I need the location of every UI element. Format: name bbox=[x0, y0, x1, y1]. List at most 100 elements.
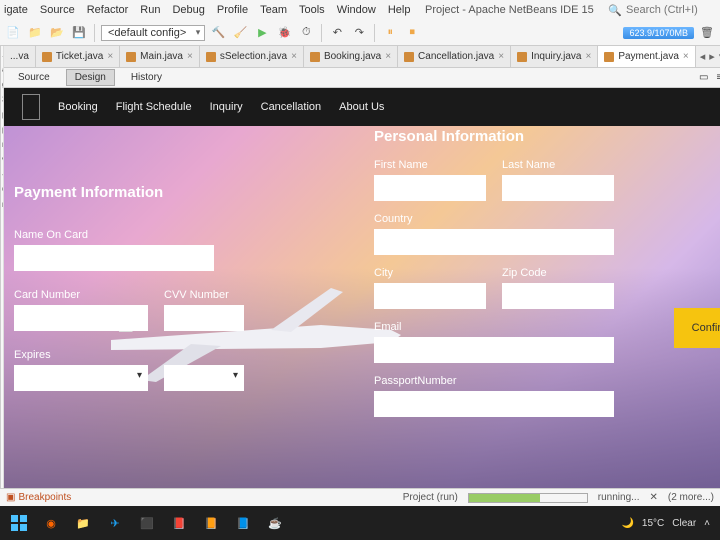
view-switch: Source Design History ▭ ≡ bbox=[4, 68, 720, 88]
debug-icon[interactable]: 🐞 bbox=[275, 24, 293, 42]
global-search[interactable]: 🔍 bbox=[608, 4, 716, 17]
align-icon[interactable]: ≡ bbox=[717, 72, 720, 83]
nav-link[interactable]: Flight Schedule bbox=[116, 101, 192, 113]
menu-item[interactable]: Team bbox=[260, 4, 287, 16]
design-view-button[interactable]: Design bbox=[66, 69, 115, 86]
run-icon[interactable]: ▶ bbox=[253, 24, 271, 42]
run-config-dropdown[interactable]: <default config> bbox=[101, 25, 205, 41]
editor-tab[interactable]: Booking.java× bbox=[304, 46, 398, 67]
new-file-icon[interactable]: 📄 bbox=[4, 24, 22, 42]
tab-left-icon[interactable]: ◂ bbox=[700, 50, 706, 63]
taskbar-app-icon[interactable]: ✈ bbox=[100, 509, 130, 537]
first-name-input[interactable] bbox=[374, 175, 486, 201]
city-input[interactable] bbox=[374, 283, 486, 309]
windows-taskbar: ◉ 📁 ✈ ⬛ 📕 📙 📘 ☕ 🌙 15°C Clear ˄ bbox=[0, 506, 720, 540]
editor-tabs: ...va Ticket.java× Main.java× sSelection… bbox=[4, 46, 720, 68]
close-icon[interactable]: × bbox=[385, 51, 391, 62]
editor-tab[interactable]: Main.java× bbox=[120, 46, 200, 67]
breakpoints-tab[interactable]: ▣Breakpoints bbox=[6, 492, 71, 503]
taskbar-app-icon[interactable]: 📘 bbox=[228, 509, 258, 537]
zip-input[interactable] bbox=[502, 283, 614, 309]
close-icon[interactable]: × bbox=[683, 51, 689, 62]
city-label: City bbox=[374, 267, 486, 279]
country-label: Country bbox=[374, 213, 614, 225]
java-icon bbox=[404, 52, 414, 62]
menu-item[interactable]: Window bbox=[337, 4, 376, 16]
menu-item[interactable]: Refactor bbox=[87, 4, 129, 16]
close-icon[interactable]: × bbox=[107, 51, 113, 62]
java-icon bbox=[126, 52, 136, 62]
chevron-up-icon[interactable]: ˄ bbox=[704, 518, 710, 529]
clean-build-icon[interactable]: 🧹 bbox=[231, 24, 249, 42]
editor-tab[interactable]: Ticket.java× bbox=[36, 46, 120, 67]
card-number-input[interactable] bbox=[14, 305, 148, 331]
name-on-card-input[interactable] bbox=[14, 245, 214, 271]
source-view-button[interactable]: Source bbox=[10, 70, 58, 85]
open-icon[interactable]: 📂 bbox=[48, 24, 66, 42]
editor-tab[interactable]: Cancellation.java× bbox=[398, 46, 511, 67]
payment-title: Payment Information bbox=[14, 184, 244, 201]
expires-month-select[interactable] bbox=[14, 365, 148, 391]
editor-tab[interactable]: ...va bbox=[4, 46, 36, 67]
card-number-label: Card Number bbox=[14, 289, 148, 301]
expires-year-select[interactable] bbox=[164, 365, 244, 391]
main-area: ...va ava g 3 pg pg ng va - Ab C Drive r… bbox=[0, 46, 720, 488]
taskbar-app-icon[interactable]: 📙 bbox=[196, 509, 226, 537]
taskbar-app-icon[interactable]: 📕 bbox=[164, 509, 194, 537]
weather-temp: 15°C bbox=[642, 518, 664, 529]
editor-tab-active[interactable]: Payment.java× bbox=[598, 46, 695, 67]
last-name-input[interactable] bbox=[502, 175, 614, 201]
tab-right-icon[interactable]: ▸ bbox=[709, 50, 715, 63]
country-input[interactable] bbox=[374, 229, 614, 255]
system-tray[interactable]: 🌙 15°C Clear ˄ bbox=[621, 518, 716, 529]
menu-item[interactable]: Help bbox=[388, 4, 411, 16]
tab-nav: ◂ ▸ ▾ bbox=[696, 46, 720, 67]
cancel-task-icon[interactable]: ✕ bbox=[649, 492, 657, 503]
last-name-label: Last Name bbox=[502, 159, 614, 171]
nav-link[interactable]: About Us bbox=[339, 101, 384, 113]
profile-icon[interactable]: ⏱ bbox=[297, 24, 315, 42]
save-all-icon[interactable]: 💾 bbox=[70, 24, 88, 42]
close-icon[interactable]: × bbox=[498, 51, 504, 62]
confirm-purchase-button[interactable]: Confirm Pur bbox=[674, 308, 720, 348]
history-view-button[interactable]: History bbox=[123, 70, 170, 85]
cvv-input[interactable] bbox=[164, 305, 244, 331]
close-icon[interactable]: × bbox=[291, 51, 297, 62]
undo-icon[interactable]: ↶ bbox=[328, 24, 346, 42]
search-input[interactable] bbox=[626, 4, 716, 16]
breakpoint-icon: ▣ bbox=[6, 492, 15, 503]
passport-input[interactable] bbox=[374, 391, 614, 417]
menu-item[interactable]: Debug bbox=[172, 4, 204, 16]
gc-icon[interactable]: 🗑 bbox=[698, 24, 716, 42]
nav-link[interactable]: Booking bbox=[58, 101, 98, 113]
new-project-icon[interactable]: 📁 bbox=[26, 24, 44, 42]
close-icon[interactable]: × bbox=[187, 51, 193, 62]
menu-item[interactable]: Tools bbox=[299, 4, 325, 16]
memory-gauge[interactable]: 623.9/1070MB bbox=[623, 27, 694, 39]
menu-item[interactable]: igate bbox=[4, 4, 28, 16]
redo-icon[interactable]: ↷ bbox=[350, 24, 368, 42]
menu-item[interactable]: Profile bbox=[217, 4, 248, 16]
close-icon[interactable]: × bbox=[585, 51, 591, 62]
taskbar-app-icon[interactable]: ⬛ bbox=[132, 509, 162, 537]
nav-link[interactable]: Inquiry bbox=[210, 101, 243, 113]
weather-cond: Clear bbox=[672, 518, 696, 529]
menu-item[interactable]: Source bbox=[40, 4, 75, 16]
taskbar-app-icon[interactable]: ◉ bbox=[36, 509, 66, 537]
start-button[interactable] bbox=[4, 509, 34, 537]
more-tasks-link[interactable]: (2 more...) bbox=[668, 492, 714, 503]
build-icon[interactable]: 🔨 bbox=[209, 24, 227, 42]
design-canvas[interactable]: Booking Flight Schedule Inquiry Cancella… bbox=[4, 88, 720, 488]
editor-tab[interactable]: sSelection.java× bbox=[200, 46, 304, 67]
taskbar-app-icon[interactable]: ☕ bbox=[260, 509, 290, 537]
nav-link[interactable]: Cancellation bbox=[261, 101, 322, 113]
menu-item[interactable]: Run bbox=[140, 4, 160, 16]
pause-icon[interactable]: ⏸ bbox=[381, 24, 399, 42]
taskbar-app-icon[interactable]: 📁 bbox=[68, 509, 98, 537]
run-task-label: Project (run) bbox=[403, 492, 458, 503]
stop-icon[interactable]: ⏹ bbox=[403, 24, 421, 42]
selection-icon[interactable]: ▭ bbox=[699, 72, 708, 83]
logo-icon bbox=[22, 94, 40, 120]
editor-tab[interactable]: Inquiry.java× bbox=[511, 46, 598, 67]
email-input[interactable] bbox=[374, 337, 614, 363]
